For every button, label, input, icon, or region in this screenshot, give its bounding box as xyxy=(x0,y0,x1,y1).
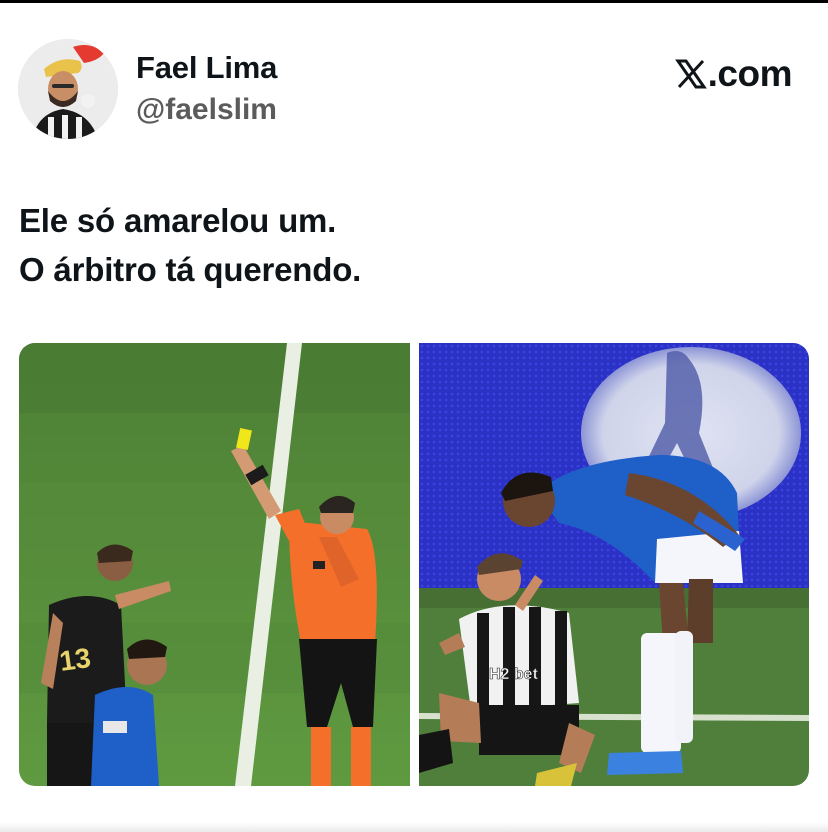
player-bending-over-fallen-player-photo: H2 bet xyxy=(419,343,809,786)
tweet-text-line-1: Ele só amarelou um. xyxy=(19,202,337,239)
x-logo-icon xyxy=(674,59,707,89)
svg-text:13: 13 xyxy=(58,642,93,677)
tweet-text-line-2: O árbitro tá querendo. xyxy=(19,251,362,288)
media-image-right[interactable]: H2 bet xyxy=(419,343,809,786)
tweet-text: Ele só amarelou um. O árbitro tá querend… xyxy=(19,196,361,294)
avatar[interactable] xyxy=(18,39,118,139)
x-com-brand: .com xyxy=(674,53,793,95)
top-border xyxy=(0,0,828,3)
brand-domain: .com xyxy=(707,53,793,94)
author-handle[interactable]: @faelslim xyxy=(136,93,277,127)
author-display-name[interactable]: Fael Lima xyxy=(136,50,277,86)
bottom-divider xyxy=(0,822,828,832)
svg-text:H2 bet: H2 bet xyxy=(489,666,539,683)
media-image-left[interactable]: 13 xyxy=(19,343,410,786)
avatar-image xyxy=(18,39,118,139)
referee-yellow-card-photo: 13 xyxy=(19,343,410,786)
